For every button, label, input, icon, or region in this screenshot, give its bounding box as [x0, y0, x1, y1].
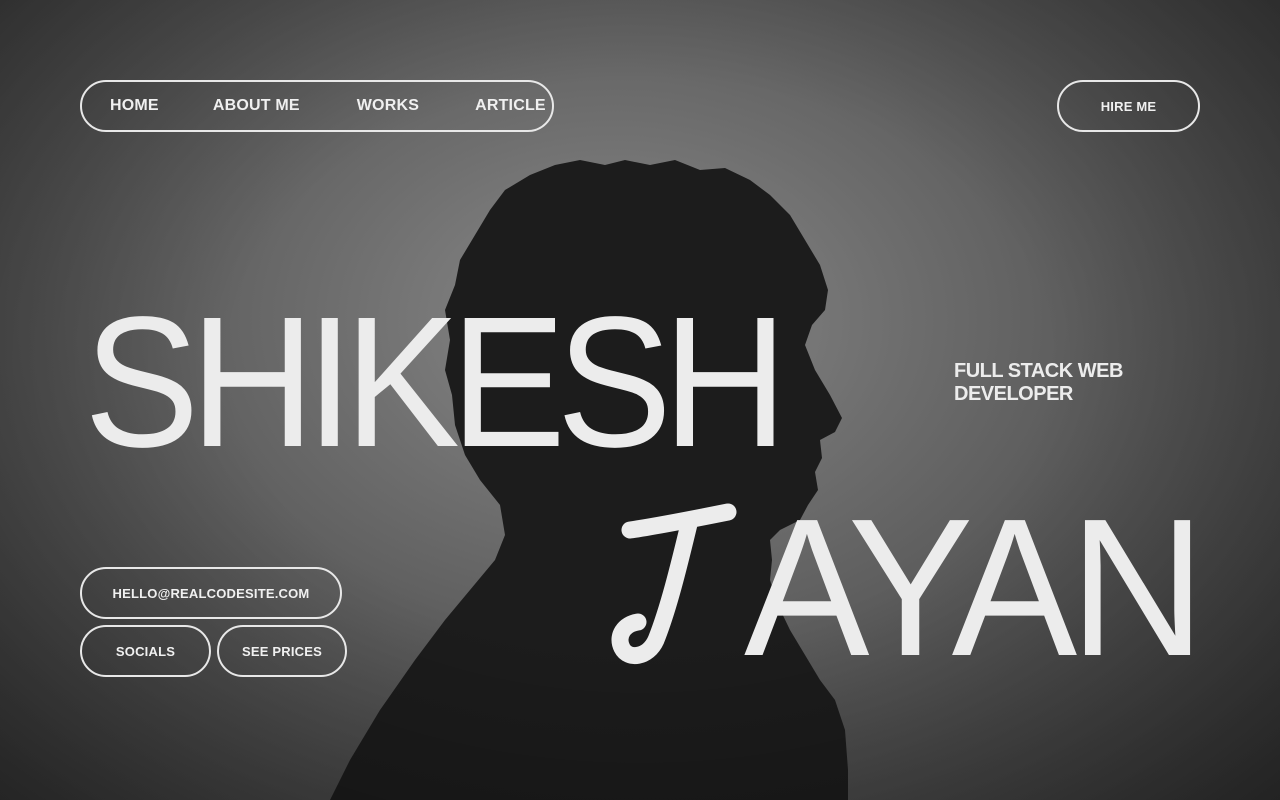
see-prices-button[interactable]: SEE PRICES: [217, 625, 347, 677]
nav-item-works[interactable]: WORKS: [357, 97, 419, 115]
nav-item-about-me[interactable]: ABOUT ME: [213, 97, 300, 115]
socials-button[interactable]: SOCIALS: [80, 625, 211, 677]
hire-me-button[interactable]: HIRE ME: [1057, 80, 1200, 132]
role-line-2: DEVELOPER: [954, 383, 1073, 405]
nav-item-home[interactable]: HOME: [110, 97, 159, 115]
email-button[interactable]: HELLO@REALCODESITE.COM: [80, 567, 342, 619]
role-title: FULL STACK WEB DEVELOPER: [954, 360, 1174, 406]
hero-last-name-initial: J: [611, 503, 737, 664]
role-line-1: FULL STACK WEB: [954, 360, 1123, 382]
hero-last-name: AYAN: [744, 478, 1205, 697]
main-nav: HOME ABOUT ME WORKS ARTICLE: [80, 80, 554, 132]
hero-first-name: SHIKESH: [84, 279, 788, 486]
nav-item-article[interactable]: ARTICLE: [475, 97, 546, 115]
